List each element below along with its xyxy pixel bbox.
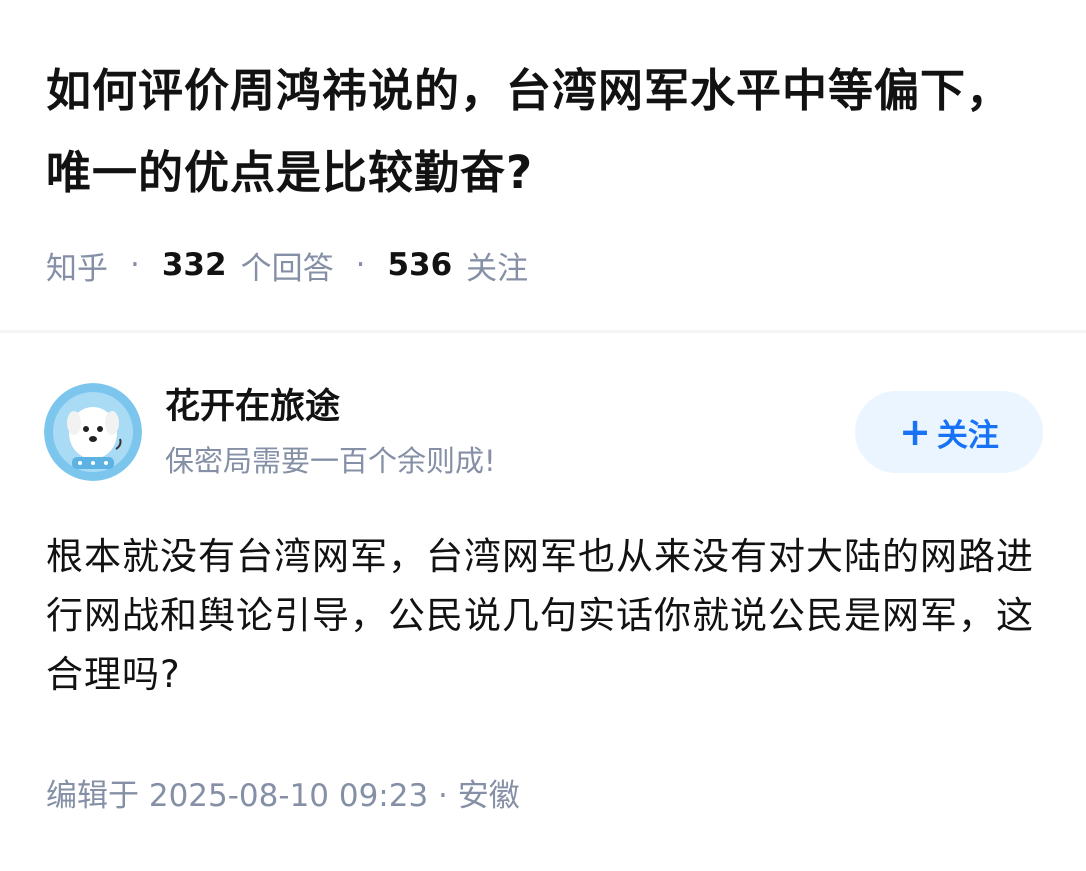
dog-astronaut-avatar-icon: [44, 383, 142, 481]
question-card: 如何评价周鸿祎说的，台湾网军水平中等偏下，唯一的优点是比较勤奋? 知乎 · 33…: [0, 0, 1086, 330]
follow-count: 536: [387, 247, 453, 283]
answer-card: 花开在旅途 保密局需要一百个余则成! + 关注 根本就没有台湾网军，台湾网军也从…: [0, 333, 1086, 871]
answer-edit-info: 编辑于 2025-08-10 09:23 · 安徽: [46, 778, 520, 814]
meta-separator: ·: [130, 247, 140, 283]
answer-content[interactable]: 根本就没有台湾网军，台湾网军也从来没有对大陆的网路进行网战和舆论引导，公民说几句…: [46, 527, 1036, 704]
question-meta: 知乎 · 332 个回答 · 536 关注: [46, 240, 528, 290]
author-name[interactable]: 花开在旅途: [165, 383, 340, 431]
source-label[interactable]: 知乎: [46, 243, 108, 288]
question-title[interactable]: 如何评价周鸿祎说的，台湾网军水平中等偏下，唯一的优点是比较勤奋?: [46, 50, 1046, 214]
follow-button[interactable]: + 关注: [855, 391, 1043, 473]
avatar[interactable]: [44, 383, 142, 481]
plus-icon: +: [899, 410, 931, 454]
answer-count-label: 个回答: [240, 250, 334, 287]
follow-button-label: 关注: [936, 417, 999, 454]
author-bio: 保密局需要一百个余则成!: [165, 444, 496, 478]
answer-count: 332: [161, 247, 227, 283]
follow-count-label: 关注: [466, 250, 529, 287]
meta-separator: ·: [355, 247, 366, 283]
